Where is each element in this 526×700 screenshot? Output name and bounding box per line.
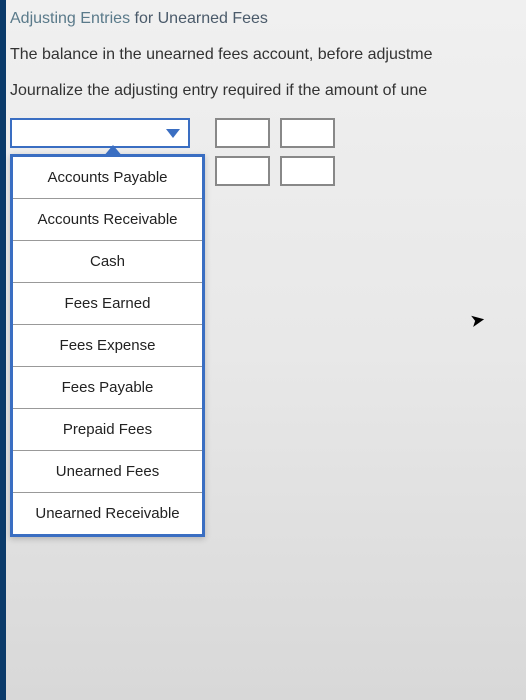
page-title: Adjusting Entries for Unearned Fees	[10, 10, 526, 28]
title-suffix: for Unearned Fees	[130, 10, 268, 27]
dropdown-option-prepaid-fees[interactable]: Prepaid Fees	[13, 409, 202, 451]
dropdown-option-cash[interactable]: Cash	[13, 241, 202, 283]
dropdown-option-fees-earned[interactable]: Fees Earned	[13, 283, 202, 325]
dropdown-option-accounts-receivable[interactable]: Accounts Receivable	[13, 199, 202, 241]
account-dropdown-list: Accounts Payable Accounts Receivable Cas…	[10, 154, 205, 537]
credit-input-2[interactable]	[280, 156, 335, 186]
cursor-icon: ➤	[468, 309, 487, 332]
amount-inputs	[215, 118, 335, 186]
dropdown-option-unearned-receivable[interactable]: Unearned Receivable	[13, 493, 202, 534]
dropdown-option-unearned-fees[interactable]: Unearned Fees	[13, 451, 202, 493]
account-dropdown-wrap: Accounts Payable Accounts Receivable Cas…	[10, 118, 205, 148]
title-prefix: Adjusting Entries	[10, 10, 130, 27]
dropdown-option-fees-expense[interactable]: Fees Expense	[13, 325, 202, 367]
left-border-strip	[0, 0, 6, 700]
intro-text-1: The balance in the unearned fees account…	[10, 46, 526, 64]
chevron-down-icon	[166, 129, 180, 138]
debit-input-1[interactable]	[215, 118, 270, 148]
dropdown-option-fees-payable[interactable]: Fees Payable	[13, 367, 202, 409]
dropdown-pointer-icon	[103, 145, 123, 157]
account-dropdown[interactable]	[10, 118, 190, 148]
entry-row: Accounts Payable Accounts Receivable Cas…	[10, 118, 526, 186]
dropdown-option-accounts-payable[interactable]: Accounts Payable	[13, 157, 202, 199]
intro-text-2: Journalize the adjusting entry required …	[10, 82, 526, 100]
debit-input-2[interactable]	[215, 156, 270, 186]
credit-input-1[interactable]	[280, 118, 335, 148]
